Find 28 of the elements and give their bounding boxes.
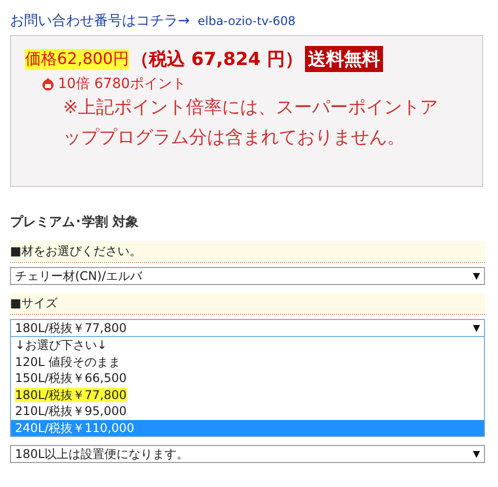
campaign-heading: プレミアム･学割 対象 [10, 214, 140, 231]
option-text: 240L/税抜￥110,000 [15, 420, 134, 434]
option-text: 180L/税抜￥77,800 [15, 388, 127, 402]
dropdown-option[interactable]: 150L/税抜￥66,500 [11, 370, 484, 386]
dropdown[interactable]: 180L/税抜￥77,800 [10, 319, 485, 337]
dropdown-option[interactable]: 180L/税抜￥77,800 [11, 386, 484, 403]
points-text: 10倍 6780ポイント [58, 75, 186, 93]
tax-included-price: （税込 67,824 円） [130, 48, 303, 71]
free-shipping-badge: 送料無料 [304, 46, 383, 72]
option-text: ↓お選び下さい↓ [15, 338, 108, 352]
dropdown-option[interactable]: 210L/税抜￥95,000 [11, 403, 484, 420]
inquiry-link[interactable]: お問い合わせ番号はコチラ→ [10, 12, 190, 30]
option-text: 210L/税抜￥95,000 [15, 404, 127, 418]
product-code-link[interactable]: elba-ozio-tv-608 [198, 14, 296, 28]
option-text: 150L/税抜￥66,500 [15, 371, 127, 385]
points-up-icon [41, 77, 55, 91]
caret-icon [473, 450, 480, 458]
option-label: ■材をお選びください。 [10, 241, 485, 263]
option-label: ■サイズ [10, 293, 485, 315]
option-text: 120L 値段そのまま [15, 354, 120, 368]
dropdown[interactable]: 180L以上は設置便になります。 [10, 445, 485, 463]
dropdown-option[interactable]: 120L 値段そのまま [11, 354, 484, 370]
caret-icon [473, 324, 480, 332]
price-text: 価格62,800円 [25, 48, 129, 70]
dropdown-option[interactable]: ↓お選び下さい↓ [11, 337, 484, 354]
dropdown[interactable]: チェリー材(CN)/エルバ [10, 267, 485, 285]
caret-icon [473, 272, 480, 280]
points-note: ※上記ポイント倍率には、スーパーポイントアッププログラム分は含まれておりません。 [63, 96, 440, 150]
